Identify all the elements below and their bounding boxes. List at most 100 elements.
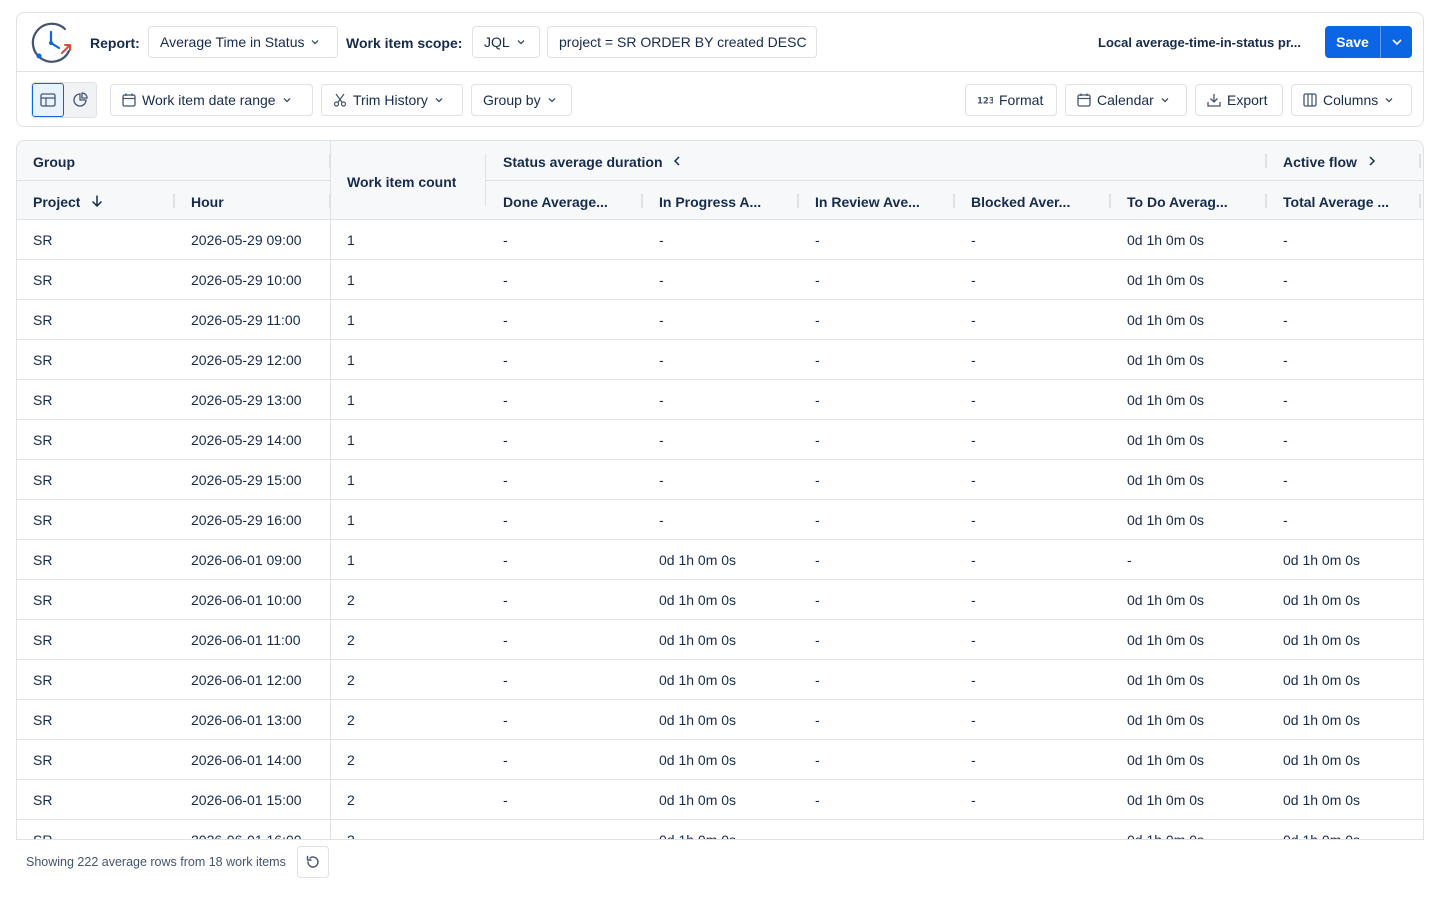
table-row[interactable]: SR 2026-06-01 10:00 2 - 0d 1h 0m 0s - - 0d 1h 0… <box>17 580 1423 620</box>
cell-in-progress: 0d 1h 0m 0s <box>659 592 737 608</box>
project-column-header[interactable]: Project <box>33 194 80 210</box>
report-type-value: Average Time in Status <box>160 34 305 50</box>
cell-todo: 0d 1h 0m 0s <box>1127 592 1205 608</box>
export-label: Export <box>1227 92 1268 108</box>
table-row[interactable]: SR 2026-06-01 14:00 2 - 0d 1h 0m 0s - - 0d 1h 0… <box>17 740 1423 780</box>
cell-project: SR <box>33 552 53 568</box>
cell-in-review: - <box>815 352 820 368</box>
save-button[interactable]: Save <box>1325 26 1381 58</box>
cell-blocked: - <box>971 432 976 448</box>
table-row[interactable]: SR 2026-05-29 14:00 1 - - - - 0d 1h 0m 0s - <box>17 420 1423 460</box>
cell-in-progress: 0d 1h 0m 0s <box>659 552 737 568</box>
column-resize-handle[interactable] <box>953 194 955 208</box>
table-row[interactable]: SR 2026-05-29 13:00 1 - - - - 0d 1h 0m 0s - <box>17 380 1423 420</box>
trim-history-button[interactable]: Trim History <box>321 84 463 116</box>
column-resize-handle[interactable] <box>797 194 799 208</box>
done-average-column-header[interactable]: Done Average... <box>503 194 623 210</box>
chart-view-button[interactable] <box>64 83 96 117</box>
work-item-date-range-button[interactable]: Work item date range <box>110 84 313 116</box>
refresh-button[interactable] <box>297 846 329 878</box>
save-options-button[interactable] <box>1381 26 1412 58</box>
table-view-button[interactable] <box>32 83 65 117</box>
table-row[interactable]: SR 2026-06-01 16:00 2 - 0d 1h 0m 0s - - 0d 1h 0… <box>17 820 1423 840</box>
cell-project: SR <box>33 792 53 808</box>
cell-blocked: - <box>971 632 976 648</box>
column-resize-handle[interactable] <box>329 194 331 208</box>
save-button-group: Save <box>1325 26 1412 58</box>
header-divider <box>486 180 1423 181</box>
cell-in-review: - <box>815 472 820 488</box>
column-resize-handle[interactable] <box>1109 194 1111 208</box>
cell-count: 1 <box>347 352 355 368</box>
cell-blocked: - <box>971 792 976 808</box>
calendar-icon <box>122 93 136 107</box>
table-row[interactable]: SR 2026-05-29 09:00 1 - - - - 0d 1h 0m 0s - <box>17 220 1423 260</box>
table-row[interactable]: SR 2026-05-29 16:00 1 - - - - 0d 1h 0m 0s - <box>17 500 1423 540</box>
table-row[interactable]: SR 2026-05-29 11:00 1 - - - - 0d 1h 0m 0s - <box>17 300 1423 340</box>
export-button[interactable]: Export <box>1195 84 1283 116</box>
table-row[interactable]: SR 2026-06-01 12:00 2 - 0d 1h 0m 0s - - 0d 1h 0… <box>17 660 1423 700</box>
column-resize-handle[interactable] <box>1265 154 1267 168</box>
cell-hour: 2026-05-29 14:00 <box>191 432 302 448</box>
cell-in-review: - <box>815 392 820 408</box>
cell-project: SR <box>33 392 53 408</box>
calendar-button[interactable]: Calendar <box>1065 84 1187 116</box>
cell-in-progress: - <box>659 512 664 528</box>
cell-total: 0d 1h 0m 0s <box>1283 592 1361 608</box>
chevron-down-icon <box>435 98 443 103</box>
table-row[interactable]: SR 2026-05-29 15:00 1 - - - - 0d 1h 0m 0s - <box>17 460 1423 500</box>
collapse-left-icon[interactable] <box>672 155 682 167</box>
cell-in-review: - <box>815 752 820 768</box>
status-duration-group-header: Status average duration <box>503 154 663 170</box>
cell-in-progress: 0d 1h 0m 0s <box>659 792 737 808</box>
active-flow-group-header: Active flow <box>1283 154 1357 170</box>
cell-todo: 0d 1h 0m 0s <box>1127 432 1205 448</box>
total-average-column-header[interactable]: Total Average ... <box>1283 194 1403 210</box>
report-type-select[interactable]: Average Time in Status <box>148 26 338 58</box>
expand-right-icon[interactable] <box>1367 155 1377 167</box>
report-label: Report: <box>90 35 140 51</box>
cell-project: SR <box>33 832 53 840</box>
blocked-average-column-header[interactable]: Blocked Aver... <box>971 194 1091 210</box>
column-resize-handle[interactable] <box>641 194 643 208</box>
work-item-count-column-header[interactable]: Work item count <box>347 174 456 190</box>
table-row[interactable]: SR 2026-06-01 09:00 1 - 0d 1h 0m 0s - - - 0d 1h … <box>17 540 1423 580</box>
hour-column-header[interactable]: Hour <box>191 194 224 210</box>
columns-button[interactable]: Columns <box>1291 84 1412 116</box>
cell-total: - <box>1283 512 1288 528</box>
column-resize-handle[interactable] <box>1265 194 1267 208</box>
cell-todo: 0d 1h 0m 0s <box>1127 712 1205 728</box>
table-row[interactable]: SR 2026-06-01 13:00 2 - 0d 1h 0m 0s - - 0d 1h 0… <box>17 700 1423 740</box>
column-divider <box>330 141 331 220</box>
number-format-icon: 123 <box>977 97 993 106</box>
cell-todo: 0d 1h 0m 0s <box>1127 472 1205 488</box>
cell-in-progress: 0d 1h 0m 0s <box>659 672 737 688</box>
column-resize-handle[interactable] <box>173 194 175 208</box>
column-resize-handle[interactable] <box>1419 194 1421 208</box>
cell-done: - <box>503 472 508 488</box>
in-review-average-column-header[interactable]: In Review Ave... <box>815 194 935 210</box>
cell-total: 0d 1h 0m 0s <box>1283 792 1361 808</box>
saved-report-name: Local average-time-in-status pr... <box>1098 35 1302 50</box>
cell-blocked: - <box>971 352 976 368</box>
in-progress-average-column-header[interactable]: In Progress A... <box>659 194 779 210</box>
table-row[interactable]: SR 2026-06-01 11:00 2 - 0d 1h 0m 0s - - 0d 1h 0… <box>17 620 1423 660</box>
group-by-button[interactable]: Group by <box>471 84 572 116</box>
table-row[interactable]: SR 2026-06-01 15:00 2 - 0d 1h 0m 0s - - 0d 1h 0… <box>17 780 1423 820</box>
cell-in-progress: - <box>659 352 664 368</box>
calendar-icon <box>1077 93 1091 107</box>
cell-todo: 0d 1h 0m 0s <box>1127 672 1205 688</box>
sort-descending-arrow-icon[interactable] <box>90 194 104 208</box>
column-resize-handle[interactable] <box>1419 154 1421 168</box>
format-button[interactable]: 123 Format <box>965 84 1057 116</box>
table-row[interactable]: SR 2026-05-29 10:00 1 - - - - 0d 1h 0m 0s - <box>17 260 1423 300</box>
cell-count: 2 <box>347 792 355 808</box>
scope-type-select[interactable]: JQL <box>472 26 540 58</box>
report-config-row: Report: Average Time in Status Work item… <box>17 13 1423 72</box>
jql-query-input[interactable]: project = SR ORDER BY created DESC <box>547 26 817 58</box>
group-column-group-header: Group <box>33 154 75 170</box>
cell-total: 0d 1h 0m 0s <box>1283 752 1361 768</box>
table-row[interactable]: SR 2026-05-29 12:00 1 - - - - 0d 1h 0m 0s - <box>17 340 1423 380</box>
todo-average-column-header[interactable]: To Do Averag... <box>1127 194 1247 210</box>
cell-count: 1 <box>347 472 355 488</box>
